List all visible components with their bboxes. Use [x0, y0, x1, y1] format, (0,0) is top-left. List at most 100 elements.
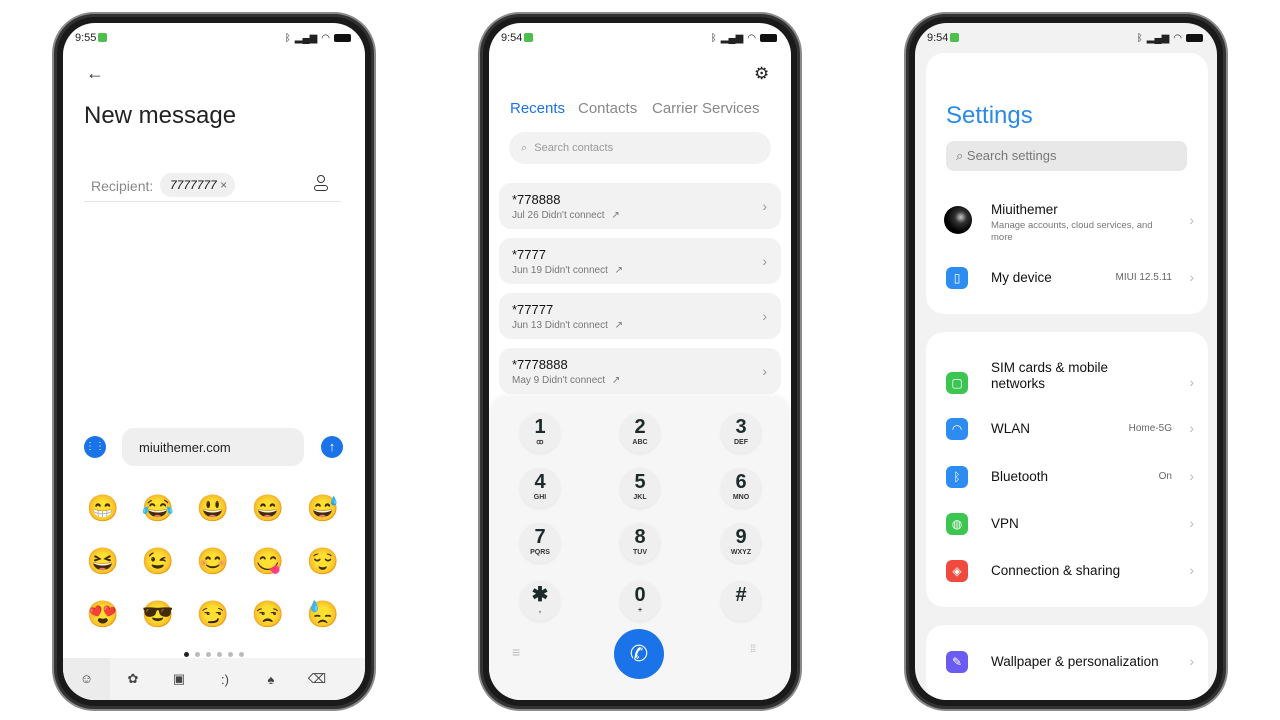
search-settings-input[interactable]: ⌕ Search settings — [946, 141, 1187, 171]
key-digit: 0 — [634, 584, 646, 606]
emoji-key[interactable]: 😅 — [305, 490, 341, 526]
emoji-key[interactable]: 😓 — [305, 596, 341, 632]
my-device-row[interactable]: ▯ My device MIUI 12.5.11 › — [926, 258, 1208, 298]
chevron-right-icon: › — [1189, 374, 1194, 390]
key-letters: + — [637, 607, 643, 614]
emoji-key[interactable]: 😃 — [195, 490, 231, 526]
call-number: *7778888 — [512, 357, 568, 372]
tab-recents[interactable]: Recents — [510, 100, 565, 117]
backspace-icon[interactable]: ⌫ — [294, 671, 340, 687]
recent-call-item[interactable]: *77777 Jun 13 Didn't connect ↗ › — [499, 293, 781, 339]
chevron-right-icon: › — [1189, 468, 1194, 484]
phone-icon: ✆ — [629, 641, 649, 666]
settings-row[interactable]: ◈ Connection & sharing › — [926, 551, 1208, 591]
sim-icon: ▢ — [946, 372, 968, 394]
dialpad-key[interactable]: 9 WXYZ — [721, 523, 761, 563]
key-letters: MNO — [732, 494, 750, 501]
emoji-key[interactable]: 😌 — [305, 543, 341, 579]
dialpad-key[interactable]: 0 + — [620, 581, 660, 621]
dialpad-key[interactable]: 5 JKL — [620, 468, 660, 508]
chevron-right-icon: › — [1189, 515, 1194, 531]
account-name: Miuithemer — [991, 202, 1058, 217]
emoji-key[interactable]: 😄 — [250, 490, 286, 526]
emoji-category-bar: ☺ ✿ ▣ :) ♠ ⌫ — [63, 658, 365, 700]
emoji-key[interactable]: 😆 — [85, 543, 121, 579]
emoji-key[interactable]: 😋 — [250, 543, 286, 579]
settings-row[interactable]: ◍ VPN › — [926, 504, 1208, 544]
search-icon: ⌕ — [956, 148, 964, 163]
call-detail: May 9 Didn't connect ↗ — [512, 375, 621, 386]
emoji-key[interactable]: 😍 — [85, 596, 121, 632]
dialer-screen: 9:54 ᛒ ▂▄▆ ◠ ⚙ Recents Contacts Carrier Ser… — [489, 23, 791, 700]
call-button[interactable]: ✆ — [614, 629, 664, 679]
page-title: Settings — [946, 102, 1033, 129]
chevron-right-icon: › — [762, 198, 767, 214]
dialpad-key[interactable]: # — [721, 581, 761, 621]
key-letters: TUV — [633, 549, 647, 556]
key-digit: # — [735, 584, 747, 606]
search-contacts-input[interactable]: ⌕ Search contacts — [509, 132, 771, 164]
chevron-right-icon: › — [1189, 420, 1194, 436]
message-input[interactable] — [122, 428, 304, 466]
dialpad-key[interactable]: 4 GHI — [520, 468, 560, 508]
tv-icon[interactable]: ▣ — [156, 671, 202, 687]
emoji-key[interactable]: 😉 — [140, 543, 176, 579]
dialpad-key[interactable]: 1ꝏ — [520, 413, 560, 453]
settings-row[interactable]: ᛒ Bluetooth On › — [926, 457, 1208, 497]
back-arrow-icon[interactable]: ← — [86, 63, 104, 84]
settings-row[interactable]: ◠ WLAN Home-5G › — [926, 409, 1208, 449]
device-icon: ▯ — [946, 267, 968, 289]
chevron-right-icon: › — [1189, 212, 1194, 228]
key-digit: 7 — [534, 526, 546, 548]
dialpad-key[interactable]: 8 TUV — [620, 523, 660, 563]
settings-label: Connection & sharing — [991, 563, 1121, 578]
recipient-chip[interactable]: 7777777 × — [160, 173, 236, 197]
emoji-key[interactable]: 😂 — [140, 490, 176, 526]
settings-gear-icon[interactable]: ⚙ — [754, 64, 769, 84]
settings-row[interactable]: ▢ SIM cards & mobile networks › — [926, 356, 1208, 396]
search-icon: ⌕ — [521, 142, 528, 154]
my-device-label: My device — [991, 270, 1052, 285]
key-letters: WXYZ — [730, 549, 752, 556]
page-title: New message — [84, 102, 237, 129]
account-row[interactable]: Miuithemer Manage accounts, cloud servic… — [926, 198, 1208, 243]
tab-contacts[interactable]: Contacts — [578, 100, 637, 117]
emoji-key[interactable]: 😁 — [85, 490, 121, 526]
recent-call-item[interactable]: *7778888 May 9 Didn't connect ↗ › — [499, 348, 781, 394]
menu-icon[interactable]: ≡ — [512, 644, 520, 660]
contact-picker-icon[interactable] — [313, 175, 329, 193]
dialpad-toggle-icon[interactable]: ⁞⁞⁞ — [750, 644, 756, 655]
remove-recipient-icon[interactable]: × — [220, 178, 227, 192]
keyboard-toggle-icon[interactable]: ⋮⋮ — [84, 436, 106, 458]
tab-carrier-services[interactable]: Carrier Services — [652, 100, 760, 117]
account-description: Manage accounts, cloud services, and mor… — [991, 220, 1153, 243]
dialpad-key[interactable]: 7 PQRS — [520, 523, 560, 563]
bluetooth-icon: ᛒ — [710, 32, 717, 44]
settings-label: Bluetooth — [991, 469, 1049, 484]
dialpad-key[interactable]: 3 DEF — [721, 413, 761, 453]
recent-call-item[interactable]: *778888 Jul 26 Didn't connect ↗ › — [499, 183, 781, 229]
status-time: 9:54 — [501, 32, 523, 44]
spade-icon[interactable]: ♠ — [248, 672, 294, 687]
emoticon-tab[interactable]: :) — [202, 672, 248, 687]
key-letters: JKL — [633, 494, 647, 501]
emoji-key[interactable]: 😒 — [250, 596, 286, 632]
battery-icon — [760, 34, 777, 42]
dialpad-key[interactable]: 6 MNO — [721, 468, 761, 508]
recent-call-item[interactable]: *7777 Jun 19 Didn't connect ↗ › — [499, 238, 781, 284]
outgoing-arrow-icon: ↗ — [614, 320, 624, 331]
emoji-key[interactable]: 😊 — [195, 543, 231, 579]
wallpaper-row[interactable]: ✎ Wallpaper & personalization › — [926, 642, 1208, 682]
dialpad-key[interactable]: ✱, — [520, 581, 560, 621]
personalization-card: ✎ Wallpaper & personalization › — [926, 625, 1208, 700]
flower-icon[interactable]: ✿ — [110, 671, 156, 687]
wallpaper-icon: ✎ — [946, 651, 968, 673]
emoji-key[interactable]: 😏 — [195, 596, 231, 632]
avatar — [944, 206, 972, 234]
wallpaper-label: Wallpaper & personalization — [991, 654, 1159, 669]
dialpad-key[interactable]: 2 ABC — [620, 413, 660, 453]
send-button[interactable]: ↑ — [321, 436, 343, 458]
emoji-key[interactable]: 😎 — [140, 596, 176, 632]
smiley-icon[interactable]: ☺ — [63, 658, 110, 700]
messages-screen: 9:55 ᛒ ▂▄▆ ◠ ← New message Recipient: 77777… — [63, 23, 365, 700]
